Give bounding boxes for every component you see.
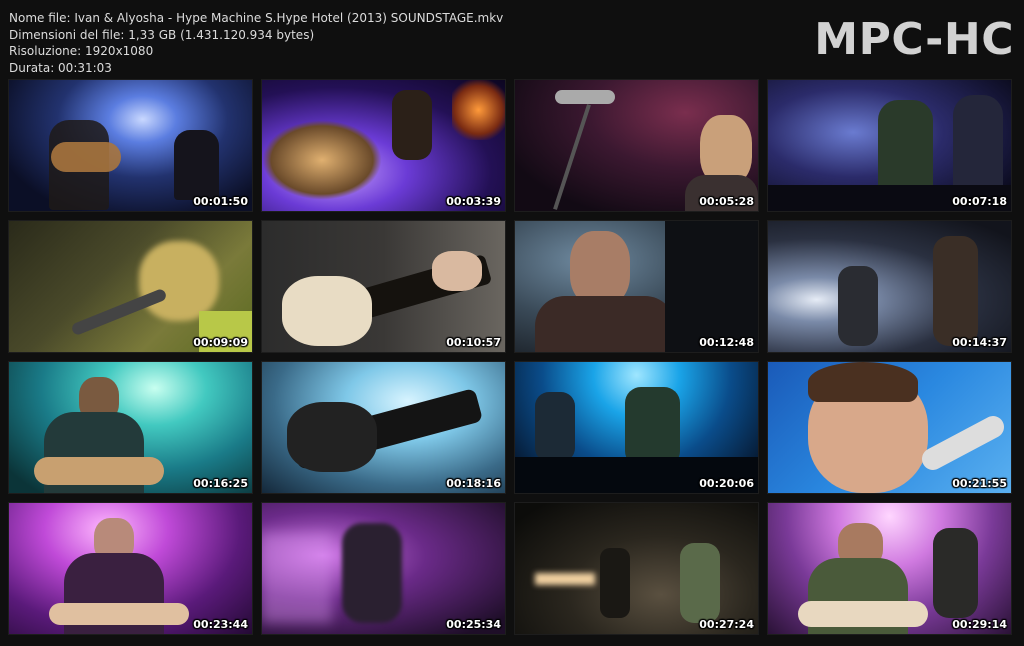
thumbnail-frame: 00:29:14 (768, 503, 1011, 634)
timestamp-label: 00:14:37 (952, 336, 1007, 349)
thumbnail-frame: 00:20:06 (515, 362, 758, 493)
timestamp-label: 00:05:28 (699, 195, 754, 208)
timestamp-label: 00:25:34 (446, 618, 501, 631)
thumbnail-frame: 00:23:44 (9, 503, 252, 634)
timestamp-label: 00:18:16 (446, 477, 501, 490)
mpc-hc-logo: MPC-HC (814, 14, 1014, 65)
thumbnail-frame: 00:18:16 (262, 362, 505, 493)
thumbnail-frame: 00:03:39 (262, 80, 505, 211)
timestamp-label: 00:27:24 (699, 618, 754, 631)
thumbnail-frame: 00:21:55 (768, 362, 1011, 493)
timestamp-label: 00:21:55 (952, 477, 1007, 490)
timestamp-label: 00:03:39 (446, 195, 501, 208)
file-size-text: Dimensioni del file: 1,33 GB (1.431.120.… (9, 27, 315, 42)
thumbnail-frame: 00:14:37 (768, 221, 1011, 352)
timestamp-label: 00:23:44 (193, 618, 248, 631)
timestamp-label: 00:09:09 (193, 336, 248, 349)
timestamp-label: 00:16:25 (193, 477, 248, 490)
timestamp-label: 00:10:57 (446, 336, 501, 349)
thumbnail-frame: 00:09:09 (9, 221, 252, 352)
timestamp-label: 00:20:06 (699, 477, 754, 490)
thumbnail-frame: 00:01:50 (9, 80, 252, 211)
timestamp-label: 00:07:18 (952, 195, 1007, 208)
file-name-text: Nome file: Ivan & Alyosha - Hype Machine… (9, 11, 504, 25)
thumbnail-frame: 00:12:48 (515, 221, 758, 352)
resolution-text: Risoluzione: 1920x1080 (9, 44, 154, 58)
thumbnail-frame: 00:27:24 (515, 503, 758, 634)
thumbnail-grid: 00:01:50 00:03:39 00:05:28 00:07:18 00:0… (9, 80, 1011, 634)
thumbnail-frame: 00:25:34 (262, 503, 505, 634)
thumbnail-frame: 00:10:57 (262, 221, 505, 352)
thumbnail-frame: 00:05:28 (515, 80, 758, 211)
duration-text: Durata: 00:31:03 (9, 60, 112, 75)
timestamp-label: 00:01:50 (193, 195, 248, 208)
timestamp-label: 00:12:48 (699, 336, 754, 349)
thumbnail-frame: 00:07:18 (768, 80, 1011, 211)
thumbnail-frame: 00:16:25 (9, 362, 252, 493)
file-info-panel: Nome file: Ivan & Alyosha - Hype Machine… (9, 10, 503, 76)
timestamp-label: 00:29:14 (952, 618, 1007, 631)
